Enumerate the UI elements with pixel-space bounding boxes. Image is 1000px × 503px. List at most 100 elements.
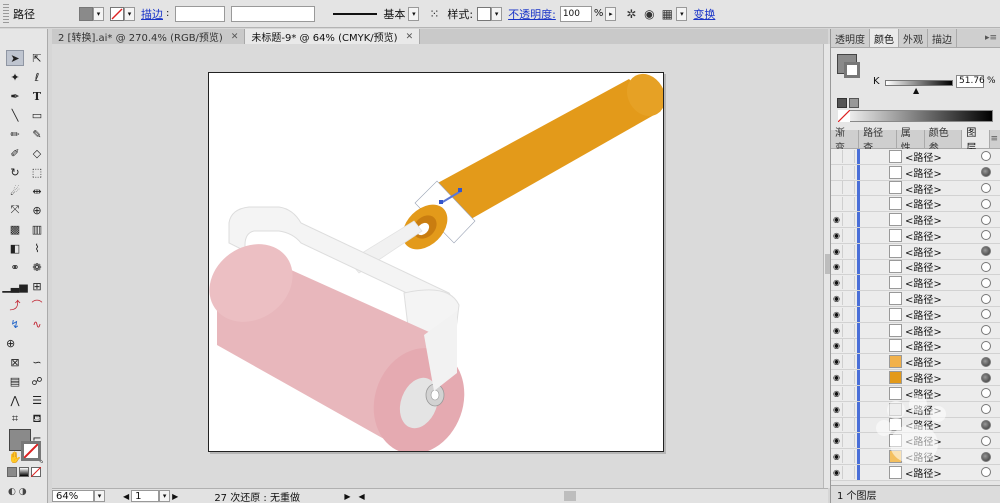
visibility-eye-icon[interactable]: ◉: [831, 339, 843, 353]
style-dropdown[interactable]: ▾: [491, 6, 503, 21]
lock-toggle[interactable]: [843, 307, 855, 321]
graphic-style-swatch[interactable]: [477, 6, 492, 21]
doc-tab-active[interactable]: 未标题-9* @ 64% (CMYK/预览) ✕: [245, 29, 421, 44]
rectangle-tool-icon[interactable]: ▭: [28, 107, 46, 123]
draw-mode-icon[interactable]: ◐ ◑: [8, 487, 38, 497]
lock-toggle[interactable]: [843, 213, 855, 227]
crosshair-tool-icon[interactable]: ⊕: [6, 335, 24, 351]
scroll-left-icon[interactable]: ◀: [358, 492, 364, 501]
direct-selection-tool-icon[interactable]: ⇱: [28, 50, 46, 66]
visibility-eye-icon[interactable]: [831, 197, 843, 211]
layer-row[interactable]: ◉ <路径>: [831, 291, 1000, 307]
stroke-dropdown[interactable]: ▾: [124, 6, 135, 21]
symbol-sprayer-tool-icon[interactable]: ❁: [28, 259, 46, 275]
target-circle-icon[interactable]: [981, 325, 991, 336]
list-tool-icon[interactable]: ☰: [28, 392, 46, 408]
lock-toggle[interactable]: [843, 149, 855, 163]
visibility-eye-icon[interactable]: ◉: [831, 228, 843, 242]
visibility-eye-icon[interactable]: ◉: [831, 434, 843, 448]
layer-row[interactable]: ◉ <路径>: [831, 370, 1000, 386]
layer-name[interactable]: <路径>: [905, 196, 981, 211]
lock-toggle[interactable]: [843, 418, 855, 432]
target-circle-icon[interactable]: [981, 404, 991, 415]
visibility-eye-icon[interactable]: ◉: [831, 213, 843, 227]
graph-tool-icon[interactable]: ▤: [6, 373, 24, 389]
opacity-link[interactable]: 不透明度:: [508, 6, 556, 22]
target-circle-icon[interactable]: [981, 277, 991, 288]
brush-options-icon[interactable]: ⁙: [425, 5, 443, 23]
layer-list[interactable]: <路径> <路径> <路径> <路径> ◉ <路径> ◉ <路径> ◉ <路径> ◉ <路径> ◉ <路径…: [831, 149, 1000, 481]
align-dropdown[interactable]: ▾: [676, 6, 688, 21]
layer-name[interactable]: <路径>: [905, 259, 981, 274]
visibility-eye-icon[interactable]: ◉: [831, 386, 843, 400]
web-safe-icon[interactable]: [849, 98, 859, 108]
lock-toggle[interactable]: [843, 355, 855, 369]
visibility-eye-icon[interactable]: ◉: [831, 371, 843, 385]
tab-transparency[interactable]: 透明度: [831, 29, 870, 47]
artboard[interactable]: [208, 72, 664, 452]
target-circle-icon[interactable]: [981, 182, 991, 193]
symbol-shifter-tool-icon[interactable]: ☍: [28, 373, 46, 389]
lasso-tool-icon[interactable]: ℓ: [28, 69, 46, 85]
magic-wand-tool-icon[interactable]: ✦: [6, 69, 24, 85]
layer-name[interactable]: <路径>: [905, 370, 981, 385]
tab-stroke[interactable]: 描边: [928, 29, 957, 47]
layer-row[interactable]: <路径>: [831, 196, 1000, 213]
layer-name[interactable]: <路径>: [905, 244, 981, 259]
visibility-eye-icon[interactable]: ◉: [831, 465, 843, 479]
mesh-tool-icon[interactable]: ▥: [28, 221, 46, 237]
panel-menu-icon[interactable]: ▸≡: [985, 29, 1000, 47]
layer-name[interactable]: <路径>: [905, 386, 981, 401]
color-stroke-box[interactable]: [844, 62, 860, 78]
layer-name[interactable]: <路径>: [905, 465, 981, 480]
layer-row[interactable]: <路径>: [831, 149, 1000, 165]
visibility-eye-icon[interactable]: ◉: [831, 244, 843, 258]
scale-tool-icon[interactable]: ⬚: [28, 164, 46, 180]
lock-toggle[interactable]: [843, 228, 855, 242]
paint-roller-artwork[interactable]: [209, 73, 664, 452]
gradient-tool-icon[interactable]: ◧: [6, 240, 24, 256]
layer-row[interactable]: ◉ <路径>: [831, 417, 1000, 434]
lock-toggle[interactable]: [843, 371, 855, 385]
target-circle-icon[interactable]: [981, 451, 991, 462]
visibility-eye-icon[interactable]: ◉: [831, 307, 843, 321]
layer-name[interactable]: <路径>: [905, 433, 981, 448]
visibility-eye-icon[interactable]: [831, 149, 843, 163]
layer-row[interactable]: ◉ <路径>: [831, 306, 1000, 323]
pen-tool-icon[interactable]: ✒: [6, 88, 24, 104]
layer-name[interactable]: <路径>: [905, 402, 981, 417]
close-icon[interactable]: ✕: [406, 32, 414, 42]
lock-toggle[interactable]: [843, 402, 855, 416]
stroke-link[interactable]: 描边: [141, 6, 163, 22]
type-tool-icon[interactable]: T: [28, 88, 46, 104]
crop-tool-icon[interactable]: ⌗: [6, 411, 24, 427]
vertical-scrollbar[interactable]: [823, 44, 830, 488]
lock-toggle[interactable]: [843, 292, 855, 306]
target-circle-icon[interactable]: [981, 261, 991, 272]
blend-tool-icon[interactable]: ⚭: [6, 259, 24, 275]
visibility-eye-icon[interactable]: ◉: [831, 450, 843, 464]
layer-name[interactable]: <路径>: [905, 449, 981, 464]
target-circle-icon[interactable]: [981, 230, 991, 241]
layer-name[interactable]: <路径>: [905, 149, 981, 164]
layer-row[interactable]: ◉ <路径>: [831, 464, 1000, 481]
target-circle-icon[interactable]: [981, 388, 991, 399]
target-circle-icon[interactable]: [981, 214, 991, 225]
eyedropper-tool-icon[interactable]: ⌇: [28, 240, 46, 256]
layer-row[interactable]: ◉ <路径>: [831, 322, 1000, 339]
visibility-eye-icon[interactable]: ◉: [831, 402, 843, 416]
panel-grip[interactable]: [3, 3, 9, 24]
layer-row[interactable]: ◉ <路径>: [831, 433, 1000, 450]
lock-toggle[interactable]: [843, 339, 855, 353]
layer-name[interactable]: <路径>: [905, 417, 981, 432]
stroke-color-box[interactable]: [21, 441, 41, 461]
visibility-eye-icon[interactable]: [831, 181, 843, 195]
lock-toggle[interactable]: [843, 450, 855, 464]
fill-dropdown[interactable]: ▾: [93, 6, 104, 21]
doc-tab[interactable]: 2 [转换].ai* @ 270.4% (RGB/预览) ✕: [52, 29, 246, 44]
target-circle-icon[interactable]: [981, 340, 991, 351]
tab-pathfinder[interactable]: 路径查: [859, 128, 897, 154]
lock-toggle[interactable]: [843, 323, 855, 337]
visibility-eye-icon[interactable]: ◉: [831, 276, 843, 290]
tab-gradient[interactable]: 渐变: [831, 128, 860, 154]
